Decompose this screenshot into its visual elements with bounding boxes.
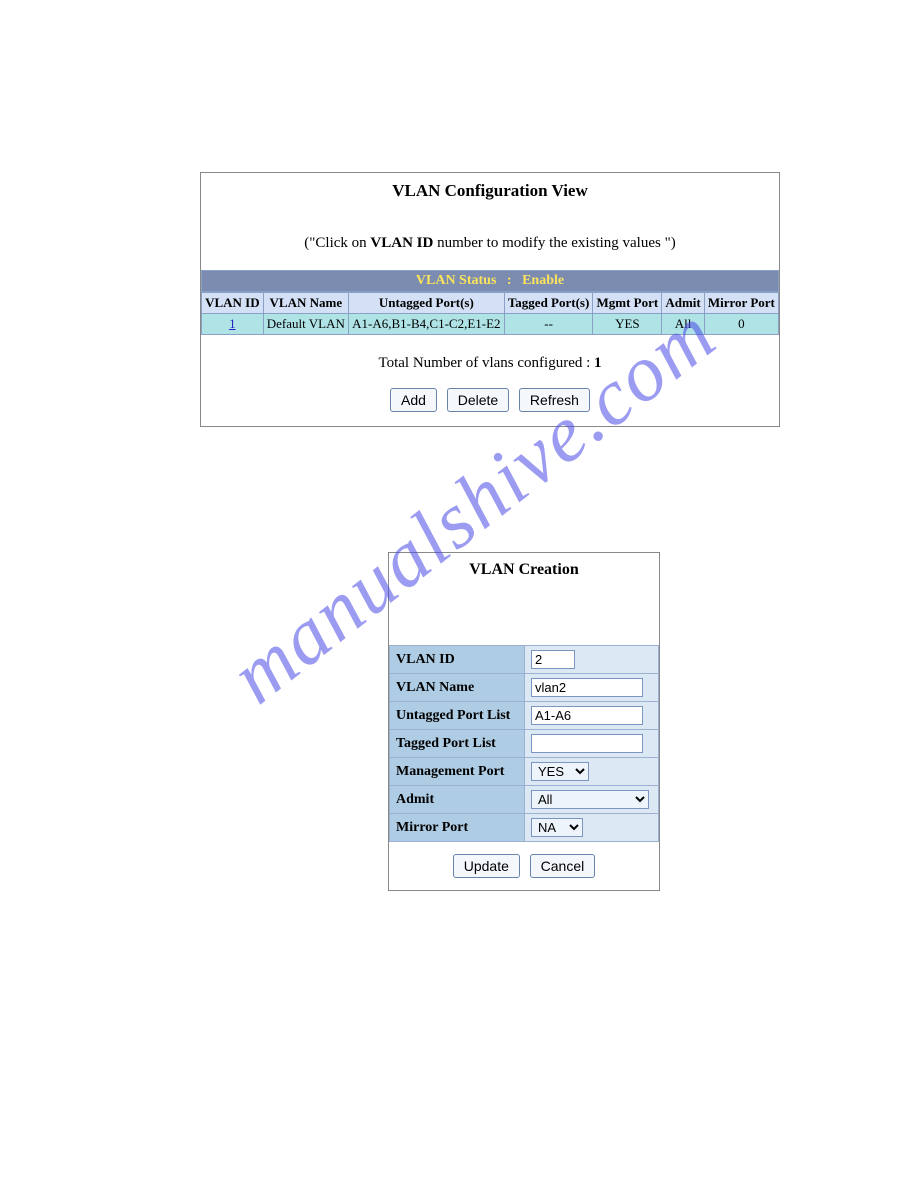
hint-suffix: number to modify the existing values ") (433, 235, 675, 251)
col-untagged: Untagged Port(s) (348, 293, 504, 314)
vlan-creation-panel: VLAN Creation VLAN ID VLAN Name Untagged… (388, 552, 660, 891)
col-mirror: Mirror Port (704, 293, 778, 314)
untagged-port-input[interactable] (531, 706, 643, 725)
val-admit: All (525, 786, 659, 814)
label-vlan-id: VLAN ID (390, 646, 525, 674)
vlan-config-view-panel: VLAN Configuration View ("Click on VLAN … (200, 172, 780, 427)
label-vlan-name: VLAN Name (390, 674, 525, 702)
col-admit: Admit (662, 293, 704, 314)
vlan-table-header-row: VLAN ID VLAN Name Untagged Port(s) Tagge… (202, 293, 779, 314)
cell-untagged: A1-A6,B1-B4,C1-C2,E1-E2 (348, 314, 504, 335)
creation-form-table: VLAN ID VLAN Name Untagged Port List Tag… (389, 645, 659, 842)
label-admit: Admit (390, 786, 525, 814)
hint-bold: VLAN ID (370, 235, 433, 251)
total-line: Total Number of vlans configured : 1 (201, 335, 779, 384)
total-value: 1 (594, 355, 602, 371)
cancel-button[interactable]: Cancel (530, 854, 596, 878)
vlan-status-bar: VLAN Status : Enable (201, 270, 779, 292)
config-view-title: VLAN Configuration View (201, 173, 779, 207)
col-mgmt: Mgmt Port (593, 293, 662, 314)
refresh-button[interactable]: Refresh (519, 388, 590, 412)
cell-admit: All (662, 314, 704, 335)
val-vlan-id (525, 646, 659, 674)
vlan-id-link[interactable]: 1 (229, 316, 236, 331)
label-tagged: Tagged Port List (390, 730, 525, 758)
col-tagged: Tagged Port(s) (504, 293, 593, 314)
val-mirror: NA (525, 814, 659, 842)
cell-tagged: -- (504, 314, 593, 335)
cell-mirror: 0 (704, 314, 778, 335)
status-sep: : (507, 273, 512, 288)
val-mgmt: YES (525, 758, 659, 786)
config-view-hint: ("Click on VLAN ID number to modify the … (201, 207, 779, 270)
status-value: Enable (522, 273, 564, 288)
label-mgmt: Management Port (390, 758, 525, 786)
creation-title: VLAN Creation (389, 553, 659, 585)
col-vlan-id: VLAN ID (202, 293, 264, 314)
cell-vlan-name: Default VLAN (263, 314, 348, 335)
admit-select[interactable]: All (531, 790, 649, 809)
mgmt-port-select[interactable]: YES (531, 762, 589, 781)
table-row: 1 Default VLAN A1-A6,B1-B4,C1-C2,E1-E2 -… (202, 314, 779, 335)
val-vlan-name (525, 674, 659, 702)
update-button[interactable]: Update (453, 854, 520, 878)
val-tagged (525, 730, 659, 758)
vlan-name-input[interactable] (531, 678, 643, 697)
status-label: VLAN Status (416, 273, 497, 288)
label-mirror: Mirror Port (390, 814, 525, 842)
add-button[interactable]: Add (390, 388, 437, 412)
val-untagged (525, 702, 659, 730)
hint-prefix: ("Click on (304, 235, 370, 251)
tagged-port-input[interactable] (531, 734, 643, 753)
delete-button[interactable]: Delete (447, 388, 509, 412)
cell-vlan-id: 1 (202, 314, 264, 335)
col-vlan-name: VLAN Name (263, 293, 348, 314)
label-untagged: Untagged Port List (390, 702, 525, 730)
vlan-table: VLAN ID VLAN Name Untagged Port(s) Tagge… (201, 292, 779, 335)
config-button-row: Add Delete Refresh (201, 384, 779, 426)
mirror-port-select[interactable]: NA (531, 818, 583, 837)
vlan-id-input[interactable] (531, 650, 575, 669)
creation-button-row: Update Cancel (389, 842, 659, 890)
cell-mgmt: YES (593, 314, 662, 335)
total-prefix: Total Number of vlans configured : (378, 355, 594, 371)
